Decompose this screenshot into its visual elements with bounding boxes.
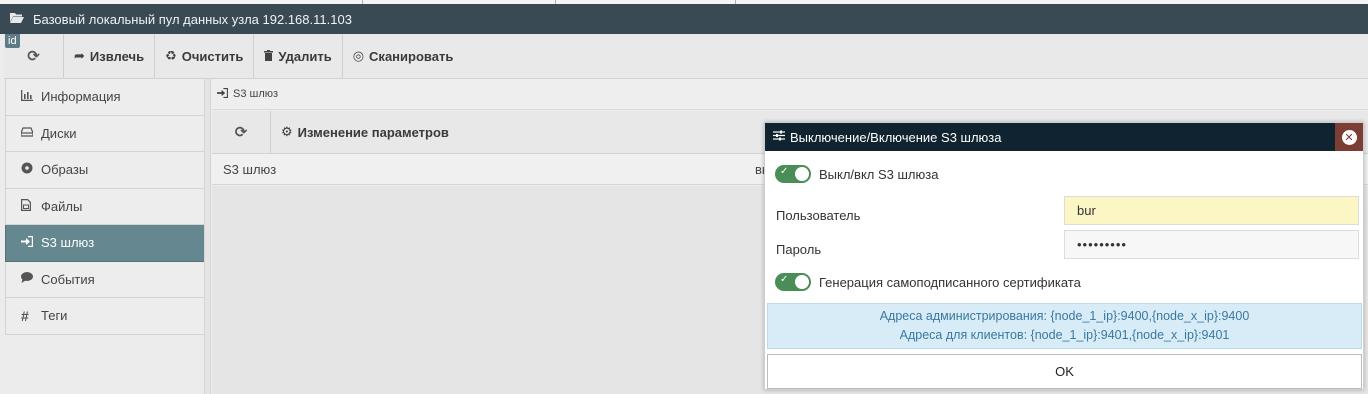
- close-button[interactable]: ✕: [1335, 123, 1363, 151]
- check-icon: ✓: [780, 274, 789, 285]
- client-addresses: Адреса для клиентов: {node_1_ip}:9401,{n…: [899, 328, 1230, 342]
- hdd-icon: [20, 126, 38, 140]
- clear-label: Очистить: [181, 48, 244, 64]
- ok-button[interactable]: OK: [767, 354, 1362, 389]
- sidebar-item-tags[interactable]: # Теги: [5, 298, 205, 335]
- splitter[interactable]: [204, 79, 211, 394]
- check-icon: ✓: [780, 166, 789, 177]
- sidebar-item-label: S3 шлюз: [41, 235, 95, 251]
- cert-toggle-row: ✓ Генерация самоподписанного сертификата: [775, 273, 1081, 291]
- refresh-icon: ⟳: [234, 123, 248, 141]
- sidebar: Информация Диски Образы Файлы S3 шлюз Со…: [5, 79, 205, 335]
- addresses-info: Адреса администрирования: {node_1_ip}:94…: [767, 303, 1362, 349]
- extract-label: Извлечь: [89, 48, 145, 64]
- scan-icon: ◎: [352, 48, 365, 64]
- user-label: Пользователь: [776, 208, 861, 223]
- sign-in-icon: [217, 87, 228, 101]
- sidebar-item-label: События: [41, 271, 95, 287]
- gateway-toggle-row: ✓ Выкл/вкл S3 шлюза: [775, 165, 938, 183]
- scan-button[interactable]: ◎ Сканировать: [343, 34, 464, 78]
- password-label: Пароль: [776, 242, 822, 257]
- sidebar-item-disks[interactable]: Диски: [5, 115, 205, 152]
- disc-icon: [21, 162, 38, 177]
- sidebar-item-label: Файлы: [41, 198, 83, 214]
- password-field[interactable]: •••••••••: [1064, 230, 1359, 259]
- refresh-icon: ⟳: [27, 47, 40, 65]
- gear-icon: ⚙: [281, 124, 293, 140]
- s3-toggle-dialog: Выключение/Включение S3 шлюза ✕ ✓ Выкл/в…: [764, 122, 1364, 390]
- window-titlebar: Базовый локальный пул данных узла 192.16…: [0, 4, 1368, 34]
- recycle-icon: ♻: [165, 48, 177, 64]
- breadcrumb-label: S3 шлюз: [233, 88, 279, 100]
- sliders-icon: [773, 130, 785, 144]
- change-params-label: Изменение параметров: [297, 124, 449, 140]
- sidebar-item-label: Образы: [41, 162, 89, 178]
- folder-open-icon: [10, 12, 24, 27]
- close-icon: ✕: [1341, 129, 1357, 145]
- sidebar-item-label: Теги: [41, 308, 68, 324]
- sidebar-item-label: Диски: [41, 125, 77, 141]
- share-icon: ➦: [74, 48, 85, 64]
- content-refresh-button[interactable]: ⟳: [212, 111, 271, 153]
- breadcrumb: S3 шлюз: [212, 79, 1368, 110]
- bar-chart-icon: [21, 89, 38, 104]
- main-toolbar: ⟳ ➦ Извлечь ♻ Очистить Удалить ◎ Сканиро…: [4, 34, 1368, 79]
- sidebar-item-events[interactable]: События: [5, 261, 205, 298]
- dialog-header: Выключение/Включение S3 шлюза ✕: [765, 123, 1363, 151]
- extract-button[interactable]: ➦ Извлечь: [64, 34, 156, 78]
- scan-label: Сканировать: [369, 48, 454, 64]
- dialog-title: Выключение/Включение S3 шлюза: [790, 129, 1002, 145]
- clear-button[interactable]: ♻ Очистить: [155, 34, 255, 78]
- column-header[interactable]: S3 шлюз: [212, 162, 755, 177]
- trash-icon: [264, 49, 274, 64]
- id-tag: id: [5, 34, 20, 48]
- sign-in-icon: [21, 235, 38, 250]
- cert-toggle[interactable]: ✓: [775, 273, 811, 291]
- delete-button[interactable]: Удалить: [254, 34, 343, 78]
- sidebar-item-images[interactable]: Образы: [5, 152, 205, 189]
- sidebar-item-files[interactable]: Файлы: [5, 188, 205, 225]
- gateway-toggle-label: Выкл/вкл S3 шлюза: [819, 166, 939, 182]
- file-icon: [21, 198, 38, 214]
- cert-toggle-label: Генерация самоподписанного сертификата: [819, 274, 1081, 290]
- delete-label: Удалить: [278, 48, 332, 64]
- sidebar-item-s3-gateway[interactable]: S3 шлюз: [5, 225, 205, 262]
- sidebar-item-label: Информация: [41, 89, 121, 105]
- comment-icon: [21, 272, 38, 286]
- admin-addresses: Адреса администрирования: {node_1_ip}:94…: [879, 309, 1250, 323]
- gateway-toggle[interactable]: ✓: [775, 165, 811, 183]
- window-title: Базовый локальный пул данных узла 192.16…: [33, 11, 352, 27]
- sidebar-item-info[interactable]: Информация: [5, 79, 205, 116]
- user-field[interactable]: bur: [1064, 196, 1359, 225]
- change-params-button[interactable]: ⚙ Изменение параметров: [271, 111, 459, 153]
- hashtag-icon: #: [21, 307, 29, 324]
